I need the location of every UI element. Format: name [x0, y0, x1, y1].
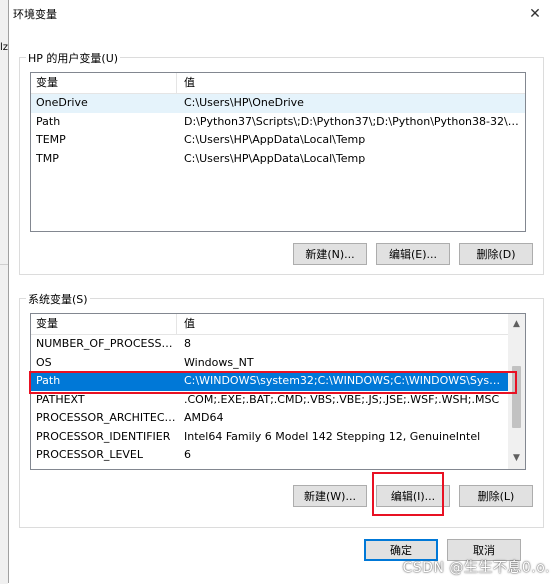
system-variables-legend: 系统变量(S): [26, 291, 90, 307]
system-variable-row-selected[interactable]: Path C:\WINDOWS\system32;C:\WINDOWS;C:\W…: [31, 372, 508, 391]
csdn-watermark: CSDN @生生不息0.o.: [402, 560, 550, 576]
variable-name: Path: [36, 374, 61, 387]
variable-value: C:\Users\HP\AppData\Local\Temp: [184, 151, 366, 165]
scrollbar-thumb[interactable]: [512, 366, 521, 428]
variable-value: AMD64: [184, 411, 224, 424]
title-bar[interactable]: 环境变量 ✕: [9, 0, 554, 30]
user-edit-button[interactable]: 编辑(E)...: [376, 243, 450, 265]
column-header-value[interactable]: 值: [179, 314, 195, 334]
variable-value: C:\WINDOWS\system32;C:\WINDOWS;C:\WINDOW…: [184, 374, 504, 387]
scroll-up-arrow-icon[interactable]: ▲: [508, 316, 525, 333]
background-app-text: lz: [0, 42, 9, 53]
variable-value: 6: [184, 448, 191, 461]
user-variables-list[interactable]: 变量 值 OneDrive C:\Users\HP\OneDrive Path …: [30, 72, 526, 232]
background-divider: [0, 264, 8, 265]
variable-name: NUMBER_OF_PROCESSORS: [36, 337, 176, 350]
system-variable-row[interactable]: PROCESSOR_LEVEL 6: [31, 446, 508, 465]
variable-name: PROCESSOR_LEVEL: [36, 448, 144, 461]
system-variables-list[interactable]: 变量 值 NUMBER_OF_PROCESSORS 8 OS Windows_N…: [30, 313, 526, 470]
variable-value: C:\Users\HP\AppData\Local\Temp: [184, 133, 366, 146]
system-edit-button[interactable]: 编辑(I)...: [376, 485, 450, 507]
environment-variables-dialog: 环境变量 ✕ HP 的用户变量(U) 变量 值 OneDrive C:\User…: [8, 0, 554, 583]
system-rows: NUMBER_OF_PROCESSORS 8 OS Windows_NT Pat…: [31, 335, 508, 465]
system-variable-row[interactable]: PATHEXT .COM;.EXE;.BAT;.CMD;.VBS;.VBE;.J…: [31, 391, 508, 410]
user-delete-button[interactable]: 删除(D): [459, 243, 533, 265]
variable-name: TMP: [36, 151, 59, 165]
column-separator[interactable]: [176, 73, 177, 93]
close-icon[interactable]: ✕: [524, 4, 546, 24]
variable-name: PATHEXT: [36, 392, 85, 406]
variable-name: OS: [36, 355, 52, 369]
system-delete-button[interactable]: 删除(L): [459, 485, 533, 507]
user-variable-row[interactable]: Path D:\Python37\Scripts\;D:\Python37\;D…: [31, 113, 525, 132]
column-header-variable[interactable]: 变量: [31, 314, 58, 334]
variable-name: PROCESSOR_IDENTIFIER: [36, 429, 171, 443]
user-list-header: 变量 值: [31, 73, 525, 94]
variable-value: D:\Python37\Scripts\;D:\Python37\;D:\Pyt…: [184, 114, 521, 128]
user-variable-row[interactable]: TEMP C:\Users\HP\AppData\Local\Temp: [31, 131, 525, 150]
column-separator[interactable]: [176, 314, 177, 334]
variable-value: Intel64 Family 6 Model 142 Stepping 12, …: [184, 429, 481, 443]
system-list-scrollbar[interactable]: ▲ ▼: [508, 314, 525, 469]
system-new-button[interactable]: 新建(W)...: [293, 485, 367, 507]
system-variable-row[interactable]: PROCESSOR_ARCHITECT... AMD64: [31, 409, 508, 428]
system-list-header: 变量 值: [31, 314, 525, 335]
user-new-button[interactable]: 新建(N)...: [293, 243, 367, 265]
variable-name: PROCESSOR_ARCHITECT...: [36, 411, 176, 424]
variable-name: TEMP: [36, 133, 66, 146]
system-variable-row[interactable]: OS Windows_NT: [31, 354, 508, 373]
column-header-value[interactable]: 值: [179, 73, 195, 93]
user-variables-group: HP 的用户变量(U) 变量 值 OneDrive C:\Users\HP\On…: [19, 50, 544, 275]
variable-value: Windows_NT: [184, 355, 254, 369]
user-variable-row[interactable]: TMP C:\Users\HP\AppData\Local\Temp: [31, 150, 525, 169]
column-header-variable[interactable]: 变量: [31, 73, 58, 93]
variable-value: C:\Users\HP\OneDrive: [184, 96, 304, 109]
variable-name: Path: [36, 114, 61, 128]
user-variable-row[interactable]: OneDrive C:\Users\HP\OneDrive: [31, 94, 525, 113]
system-variable-row[interactable]: PROCESSOR_IDENTIFIER Intel64 Family 6 Mo…: [31, 428, 508, 447]
variable-name: OneDrive: [36, 96, 88, 109]
variable-value: .COM;.EXE;.BAT;.CMD;.VBS;.VBE;.JS;.JSE;.…: [184, 392, 500, 406]
background-app-edge: [0, 0, 8, 584]
user-variables-legend: HP 的用户变量(U): [26, 50, 121, 66]
variable-value: 8: [184, 337, 191, 350]
scroll-down-arrow-icon[interactable]: ▼: [508, 450, 525, 467]
system-variable-row[interactable]: NUMBER_OF_PROCESSORS 8: [31, 335, 508, 354]
system-variables-group: 系统变量(S) 变量 值 NUMBER_OF_PROCESSORS 8 OS W…: [19, 291, 544, 528]
dialog-title: 环境变量: [13, 8, 57, 21]
